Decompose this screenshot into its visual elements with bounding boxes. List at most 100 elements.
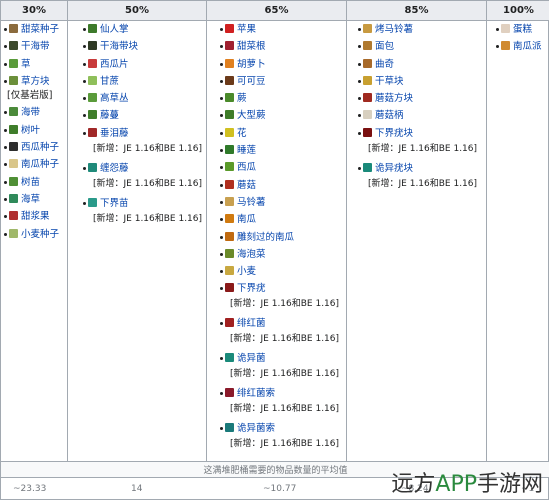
item-link[interactable]: 干草块	[375, 76, 404, 87]
item-link[interactable]: 甜菜根	[237, 41, 266, 52]
apple-icon	[225, 24, 234, 33]
item-note: [新增：JE 1.16和BE 1.16]	[230, 299, 340, 310]
list-item: 南瓜	[219, 214, 346, 226]
bullet	[220, 235, 223, 239]
item-note: [新增：JE 1.16和BE 1.16]	[93, 178, 203, 189]
item-link[interactable]: 海带	[21, 107, 40, 118]
list-item: 西瓜种子	[3, 142, 67, 154]
item-link[interactable]: 缠怨藤	[100, 163, 129, 174]
item-link[interactable]: 草	[21, 59, 31, 70]
column-30: 甜菜种子干海带草草方块 [仅基岩版] 海带树叶西瓜种子南瓜种子树苗海草甜浆果小麦种子	[1, 21, 68, 461]
list-item: 干海带块	[82, 41, 206, 53]
grass-block-icon	[9, 75, 18, 85]
hay-bale-icon	[363, 75, 372, 85]
item-link[interactable]: 诡异菌	[237, 353, 266, 364]
item-link[interactable]: 西瓜种子	[21, 142, 59, 153]
list-item: 海带	[3, 107, 67, 119]
bullet	[220, 183, 223, 187]
item-link[interactable]: 藤蔓	[100, 110, 119, 121]
item-link[interactable]: 烤马铃薯	[375, 24, 413, 35]
item-link[interactable]: 胡萝卜	[237, 59, 266, 70]
melon-icon	[225, 162, 234, 172]
item-link[interactable]: 绯红菌	[237, 318, 266, 329]
bullet	[358, 131, 361, 135]
bullet	[4, 146, 7, 150]
bullet	[220, 392, 223, 396]
nether-wart-icon	[225, 283, 234, 293]
item-link[interactable]: 雕刻过的南瓜	[237, 232, 294, 243]
list-item: 甘蔗	[82, 75, 206, 88]
list-item: 蛋糕	[495, 24, 549, 36]
item-link[interactable]: 下界疣	[237, 283, 266, 294]
list-item: 苹果	[219, 24, 346, 36]
item-link[interactable]: 诡异菌索	[237, 423, 275, 434]
list-item: 雕刻过的南瓜	[219, 231, 346, 244]
item-link[interactable]: 甘蔗	[100, 76, 119, 87]
item-link[interactable]: 西瓜	[237, 162, 256, 173]
item-link[interactable]: 睡莲	[237, 145, 256, 156]
item-link[interactable]: 西瓜片	[100, 59, 129, 70]
item-link[interactable]: 蘑菇柄	[375, 110, 404, 121]
item-link[interactable]: 马铃薯	[237, 197, 266, 208]
large-fern-icon	[225, 110, 234, 120]
item-link[interactable]: 垂泪藤	[100, 128, 129, 139]
item-link[interactable]: 草方块	[21, 76, 50, 87]
bullet	[220, 97, 223, 101]
item-link[interactable]: 花	[237, 128, 247, 139]
list-item: 大型蕨	[219, 110, 346, 122]
item-link[interactable]: 树苗	[21, 177, 40, 188]
list-item: 下界疣 [新增：JE 1.16和BE 1.16]	[219, 283, 346, 310]
item-link[interactable]: 可可豆	[237, 76, 266, 87]
list-item: 花	[219, 127, 346, 140]
seagrass-icon	[9, 193, 18, 203]
item-link[interactable]: 干海带	[21, 41, 50, 52]
tall-grass-icon	[88, 93, 97, 103]
bullet	[220, 62, 223, 66]
watermark-suffix: 手游网	[476, 472, 543, 497]
item-link[interactable]: 苹果	[237, 24, 256, 35]
item-link[interactable]: 甜菜种子	[21, 24, 59, 35]
mushroom-block-icon	[363, 93, 372, 103]
sapling-icon	[9, 176, 18, 186]
item-link[interactable]: 树叶	[21, 125, 40, 136]
list-item: 草	[3, 58, 67, 71]
list-item: 蕨	[219, 93, 346, 105]
item-link[interactable]: 小麦	[237, 266, 256, 277]
item-note: [新增：JE 1.16和BE 1.16]	[230, 334, 340, 345]
item-link[interactable]: 下界苗	[100, 198, 129, 209]
crimson-fungus-icon	[225, 318, 234, 328]
item-link[interactable]: 蘑菇方块	[375, 93, 413, 104]
item-link[interactable]: 面包	[375, 41, 394, 52]
list-item: 胡萝卜	[219, 58, 346, 71]
item-link[interactable]: 高草丛	[100, 93, 129, 104]
list-item: [仅基岩版]	[3, 90, 67, 102]
item-link[interactable]: 诡异疣块	[375, 163, 413, 174]
item-link[interactable]: 绯红菌索	[237, 388, 275, 399]
item-link[interactable]: 海草	[21, 194, 40, 205]
item-link[interactable]: 下界疣块	[375, 128, 413, 139]
item-link[interactable]: 海泡菜	[237, 249, 266, 260]
pumpkin-pie-icon	[501, 41, 510, 51]
item-link[interactable]: 小麦种子	[21, 229, 59, 240]
baked-potato-icon	[363, 24, 372, 33]
item-link[interactable]: 仙人掌	[100, 24, 129, 35]
bullet	[220, 114, 223, 118]
item-link[interactable]: 南瓜种子	[21, 159, 59, 170]
bullet	[358, 28, 361, 31]
header-50: 50%	[68, 1, 207, 21]
list-item: 南瓜种子	[3, 159, 67, 171]
item-link[interactable]: 南瓜	[237, 214, 256, 225]
list-item: 诡异菌 [新增：JE 1.16和BE 1.16]	[219, 353, 346, 380]
item-link[interactable]: 蛋糕	[513, 24, 532, 35]
item-link[interactable]: 南瓜派	[513, 41, 542, 52]
item-link[interactable]: 曲奇	[375, 59, 394, 70]
list-item: 草方块	[3, 75, 67, 88]
bullet	[496, 28, 499, 31]
item-link[interactable]: 甜浆果	[21, 211, 50, 222]
nether-wart-block-icon	[363, 127, 372, 137]
item-link[interactable]: 干海带块	[100, 41, 138, 52]
bullet	[4, 180, 7, 184]
item-link[interactable]: 蘑菇	[237, 180, 256, 191]
item-link[interactable]: 大型蕨	[237, 110, 266, 121]
item-link[interactable]: 蕨	[237, 93, 247, 104]
